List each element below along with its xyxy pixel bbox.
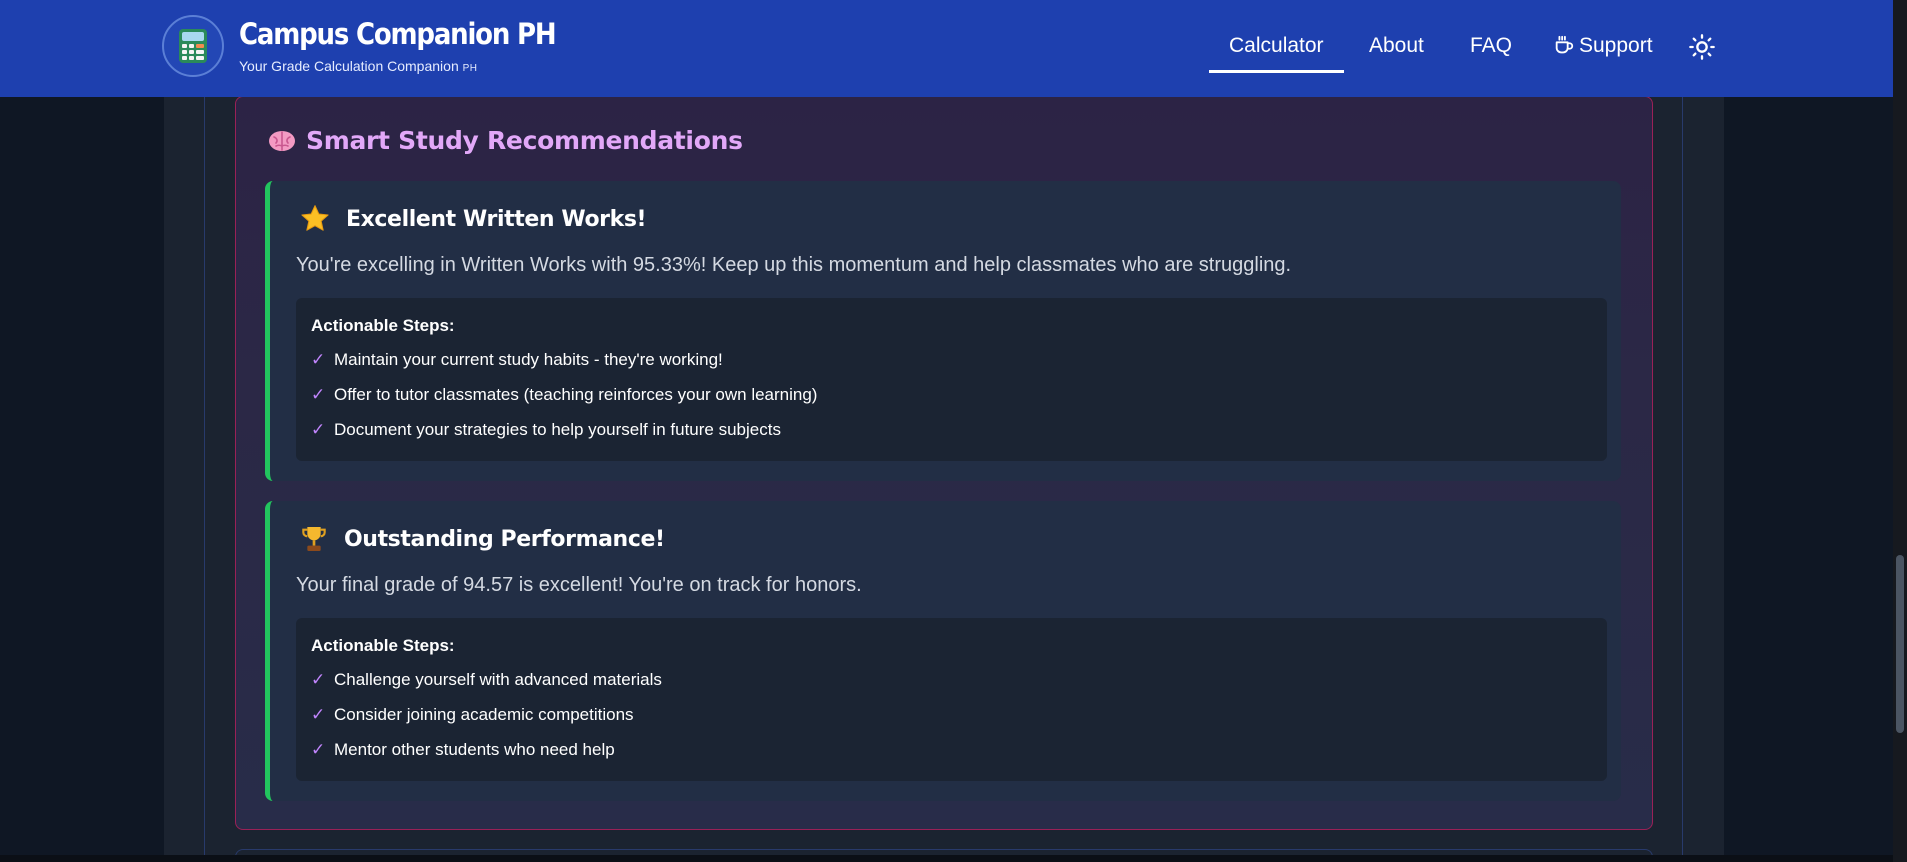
- app-subtitle: Your Grade Calculation Companion PH: [239, 58, 478, 74]
- recommendations-header: Smart Study Recommendations: [268, 126, 743, 155]
- nav-support-label: Support: [1579, 34, 1653, 57]
- check-icon: ✓: [311, 705, 326, 724]
- check-icon: ✓: [311, 420, 326, 439]
- card-header: Excellent Written Works!: [298, 203, 647, 235]
- coffee-cup-icon: [1555, 35, 1574, 54]
- nav-active-indicator: [1209, 70, 1344, 73]
- nav-about[interactable]: About: [1369, 34, 1424, 58]
- scrollbar-thumb[interactable]: [1896, 555, 1904, 733]
- calculator-icon: [179, 29, 207, 63]
- steps-heading: Actionable Steps:: [311, 316, 455, 335]
- recommendations-title: Smart Study Recommendations: [306, 126, 743, 155]
- sun-icon: [1689, 34, 1715, 60]
- check-icon: ✓: [311, 385, 326, 404]
- step-item: ✓ Challenge yourself with advanced mater…: [311, 670, 662, 690]
- step-text: Consider joining academic competitions: [334, 705, 634, 724]
- app-subtitle-text: Your Grade Calculation Companion: [239, 58, 459, 74]
- window-bottom-edge: [0, 855, 1893, 862]
- step-text: Challenge yourself with advanced materia…: [334, 670, 662, 689]
- actionable-steps-box: Actionable Steps: ✓ Challenge yourself w…: [296, 618, 1607, 781]
- brain-icon: [269, 130, 295, 151]
- steps-heading: Actionable Steps:: [311, 636, 455, 655]
- card-description: Your final grade of 94.57 is excellent! …: [296, 574, 862, 596]
- check-icon: ✓: [311, 350, 326, 369]
- recommendation-card: Excellent Written Works! You're excellin…: [265, 181, 1621, 481]
- logo[interactable]: [162, 15, 224, 77]
- card-header: Outstanding Performance!: [298, 523, 665, 555]
- step-item: ✓ Mentor other students who need help: [311, 740, 615, 760]
- step-item: ✓ Offer to tutor classmates (teaching re…: [311, 385, 817, 405]
- actionable-steps-box: Actionable Steps: ✓ Maintain your curren…: [296, 298, 1607, 461]
- card-title: Outstanding Performance!: [344, 526, 665, 552]
- check-icon: ✓: [311, 670, 326, 689]
- theme-toggle-button[interactable]: [1688, 33, 1716, 65]
- step-text: Mentor other students who need help: [334, 740, 615, 759]
- app-title[interactable]: Campus Companion PH: [239, 18, 557, 52]
- top-navbar: Campus Companion PH Your Grade Calculati…: [0, 0, 1893, 97]
- app-subtitle-suffix: PH: [462, 63, 478, 74]
- star-icon: [301, 205, 329, 231]
- step-text: Maintain your current study habits - the…: [334, 350, 723, 369]
- step-text: Document your strategies to help yoursel…: [334, 420, 781, 439]
- recommendation-card: Outstanding Performance! Your final grad…: [265, 501, 1621, 801]
- trophy-icon: [302, 527, 326, 551]
- step-item: ✓ Consider joining academic competitions: [311, 705, 634, 725]
- nav-calculator[interactable]: Calculator: [1229, 34, 1324, 58]
- step-item: ✓ Maintain your current study habits - t…: [311, 350, 723, 370]
- step-item: ✓ Document your strategies to help yours…: [311, 420, 781, 440]
- card-description: You're excelling in Written Works with 9…: [296, 254, 1292, 276]
- nav-faq[interactable]: FAQ: [1470, 34, 1512, 58]
- check-icon: ✓: [311, 740, 326, 759]
- nav-support[interactable]: Support: [1553, 34, 1653, 58]
- step-text: Offer to tutor classmates (teaching rein…: [334, 385, 818, 404]
- card-title: Excellent Written Works!: [346, 206, 647, 232]
